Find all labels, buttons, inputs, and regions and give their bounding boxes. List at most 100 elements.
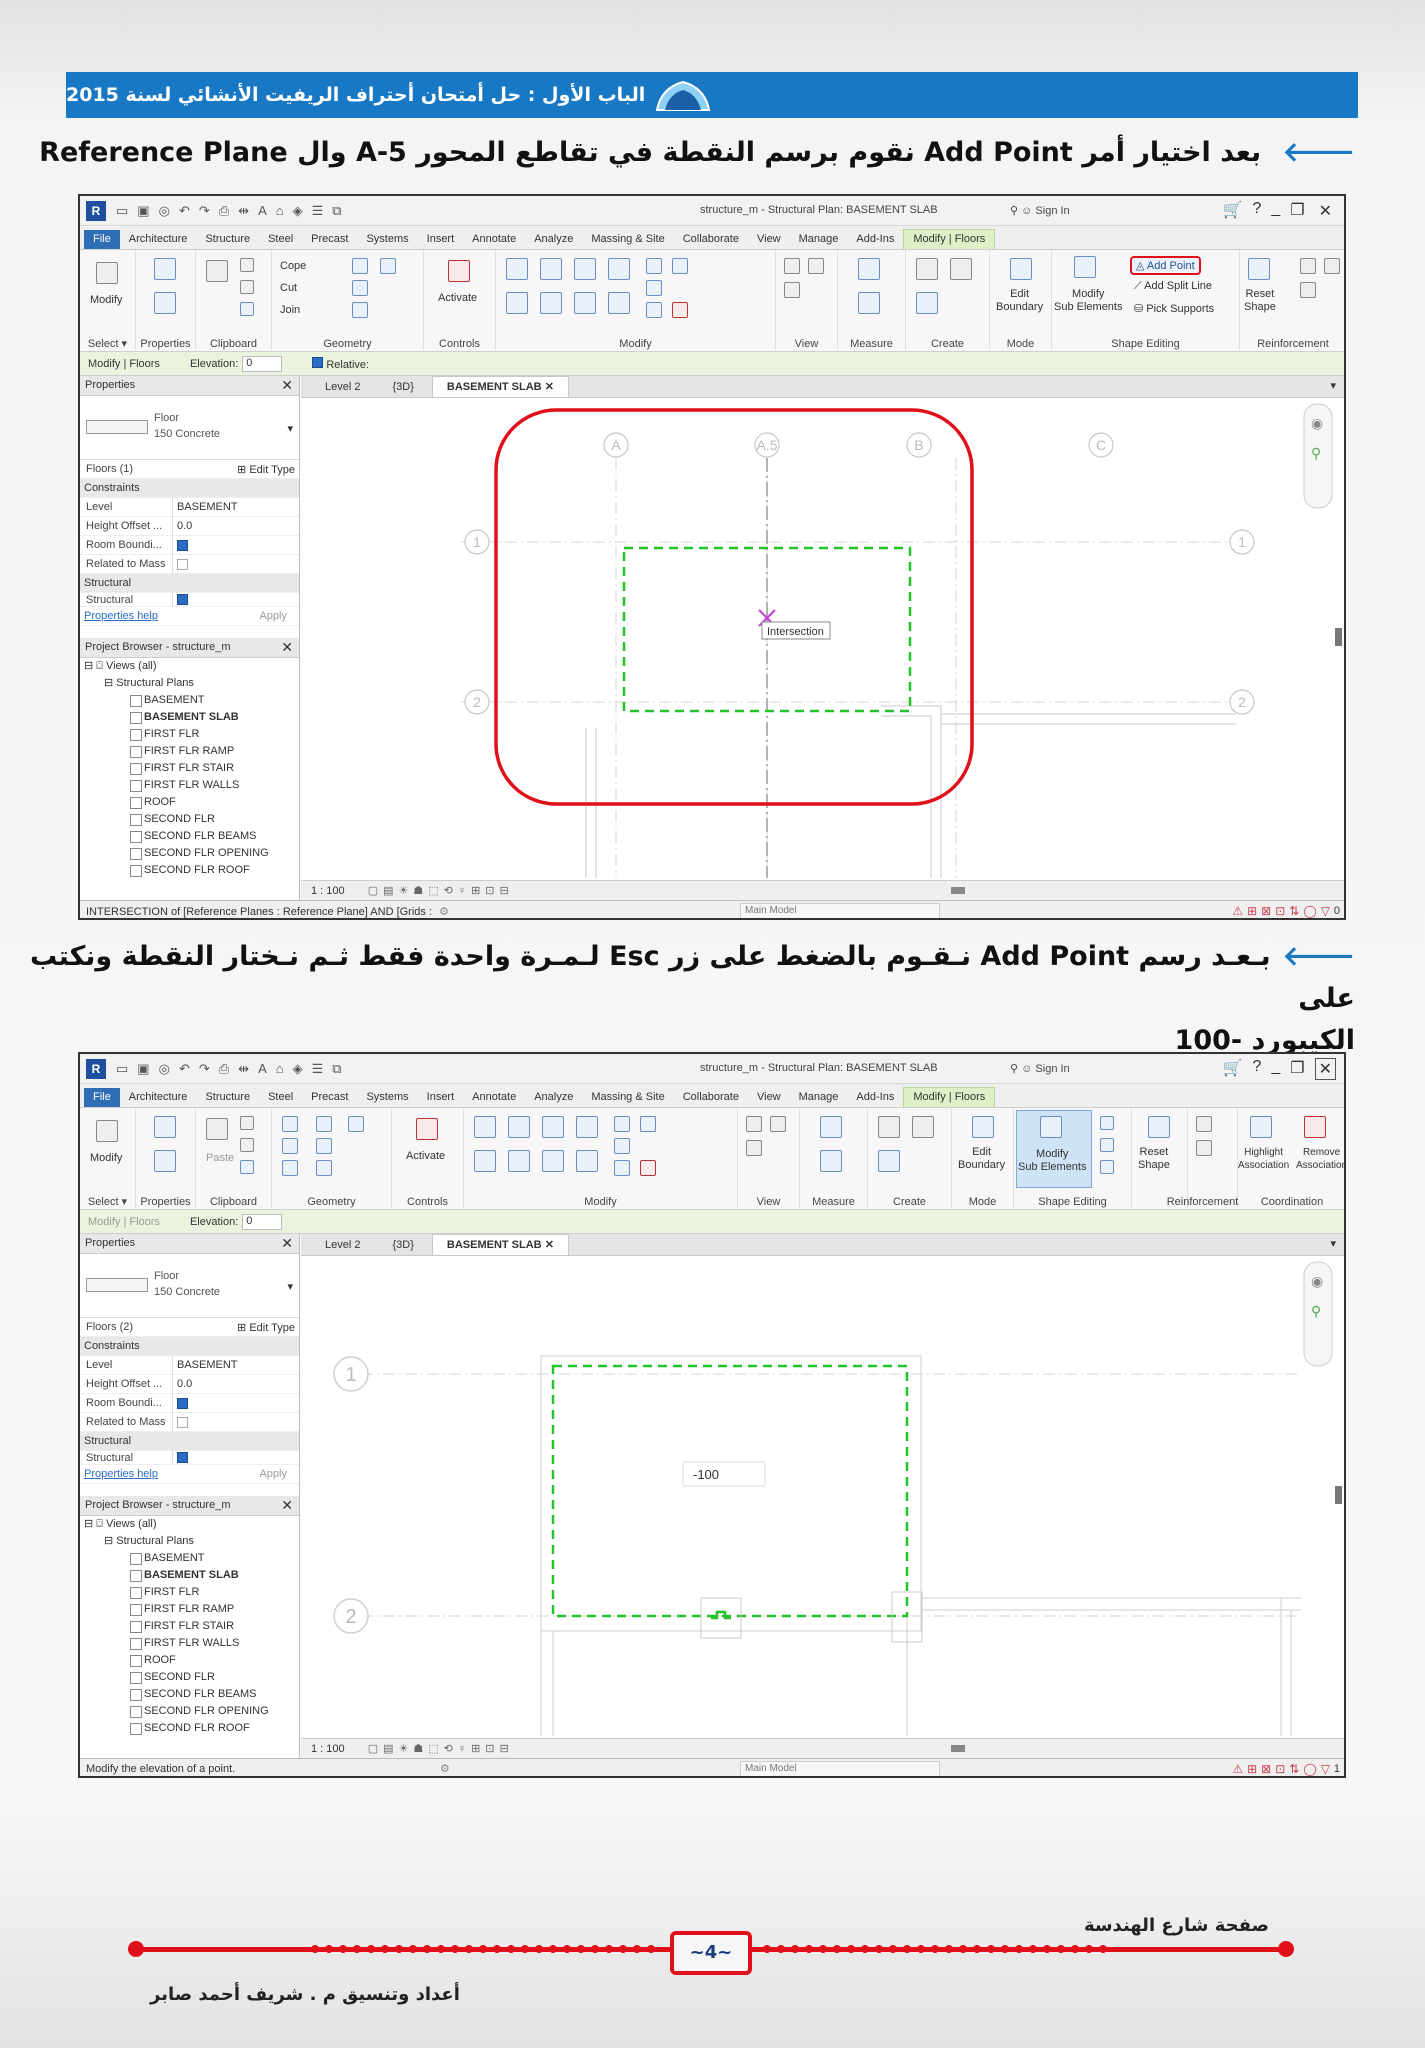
linework-icon[interactable] bbox=[808, 258, 824, 274]
3d-icon[interactable]: ⌂ bbox=[276, 1061, 284, 1077]
rotate-icon[interactable] bbox=[574, 292, 596, 314]
worksets-icon[interactable]: ⚙ bbox=[440, 1762, 450, 1775]
thin-lines-icon[interactable]: ☰ bbox=[312, 203, 324, 219]
height-offset-value[interactable]: 0.0 bbox=[172, 517, 299, 535]
tab-view[interactable]: View bbox=[748, 1088, 790, 1107]
tab-precast[interactable]: Precast bbox=[302, 230, 357, 249]
tab-manage[interactable]: Manage bbox=[790, 1088, 848, 1107]
close-icon[interactable]: ✕ bbox=[545, 1239, 554, 1251]
vertical-scrollbar[interactable] bbox=[1335, 628, 1342, 646]
join-icon[interactable] bbox=[282, 1160, 298, 1176]
split-face-icon[interactable] bbox=[352, 280, 368, 296]
help-icon[interactable]: ? bbox=[1252, 1058, 1261, 1080]
apply-button[interactable]: Apply bbox=[259, 610, 299, 622]
demolish-icon[interactable] bbox=[348, 1116, 364, 1132]
main-model-select[interactable]: Main Model bbox=[740, 903, 940, 918]
modify-cursor-icon[interactable] bbox=[96, 1120, 118, 1142]
paint-icon[interactable] bbox=[316, 1160, 332, 1176]
redo-icon[interactable]: ↷ bbox=[199, 203, 210, 219]
offset-icon[interactable] bbox=[508, 1116, 530, 1138]
tab-steel[interactable]: Steel bbox=[259, 230, 302, 249]
view-tab-level2[interactable]: Level 2 bbox=[311, 378, 374, 397]
tree-structural-plans[interactable]: ⊟ Structural Plans bbox=[84, 1533, 299, 1550]
tree-item[interactable]: FIRST FLR RAMP bbox=[84, 743, 299, 760]
close-icon[interactable]: ✕ bbox=[281, 639, 293, 656]
scale-label[interactable]: 1 : 100 bbox=[311, 885, 345, 897]
type-selector[interactable]: Floor 150 Concrete ▾ bbox=[80, 1254, 299, 1318]
tab-insert[interactable]: Insert bbox=[418, 230, 464, 249]
reset-shape-icon[interactable] bbox=[1148, 1116, 1170, 1138]
constraints-section[interactable]: Constraints bbox=[80, 479, 299, 498]
add-point-icon[interactable] bbox=[1100, 1116, 1114, 1130]
tree-item-active[interactable]: BASEMENT SLAB bbox=[84, 1567, 299, 1584]
tree-item[interactable]: SECOND FLR OPENING bbox=[84, 845, 299, 862]
tree-views[interactable]: ⊟ ⌼ Views (all) bbox=[84, 1516, 299, 1533]
steering-wheel-icon[interactable]: ◉ bbox=[1311, 415, 1323, 431]
tab-structure[interactable]: Structure bbox=[196, 230, 259, 249]
room-bounding-value[interactable] bbox=[172, 536, 299, 554]
relative-option[interactable]: Relative: bbox=[312, 356, 369, 371]
type-properties-icon[interactable] bbox=[154, 1116, 176, 1138]
relative-checkbox[interactable] bbox=[312, 356, 324, 368]
save-icon[interactable]: ▣ bbox=[137, 203, 149, 219]
join-button[interactable]: Join bbox=[280, 304, 300, 316]
activate-icon[interactable] bbox=[448, 260, 470, 282]
rebar-icon[interactable] bbox=[1300, 258, 1316, 274]
help-icon[interactable]: ? bbox=[1252, 200, 1261, 222]
paste-icon[interactable] bbox=[206, 260, 228, 282]
scale-icon[interactable] bbox=[614, 1160, 630, 1176]
tree-item[interactable]: BASEMENT bbox=[84, 1550, 299, 1567]
tab-modify-floors[interactable]: Modify | Floors bbox=[903, 1087, 996, 1107]
close-icon[interactable]: ✕ bbox=[1315, 200, 1336, 222]
tree-item[interactable]: SECOND FLR ROOF bbox=[84, 1720, 299, 1737]
chevron-down-icon[interactable]: ▾ bbox=[287, 422, 293, 435]
type-properties-icon[interactable] bbox=[154, 258, 176, 280]
structural-value[interactable] bbox=[172, 1451, 299, 1464]
close-icon[interactable]: ✕ bbox=[1314, 1058, 1336, 1080]
create-assembly-icon[interactable] bbox=[916, 258, 938, 280]
mirror-draw-icon[interactable] bbox=[576, 1116, 598, 1138]
reset-shape-icon[interactable] bbox=[1248, 258, 1270, 280]
tab-add-ins[interactable]: Add-Ins bbox=[847, 1088, 903, 1107]
match-icon[interactable] bbox=[240, 302, 254, 316]
height-offset-value[interactable]: 0.0 bbox=[172, 1375, 299, 1393]
zoom-icon[interactable]: ⚲ bbox=[1311, 1303, 1321, 1319]
tab-modify-floors[interactable]: Modify | Floors bbox=[903, 229, 996, 249]
edit-type-button[interactable]: ⊞ Edit Type bbox=[237, 1321, 299, 1334]
chevron-down-icon[interactable]: ▾ bbox=[287, 1280, 293, 1293]
wall-join-icon[interactable] bbox=[316, 1116, 332, 1132]
plan-canvas[interactable]: A A.5 B C 1 2 1 2 Intersection ◉ ⚲ bbox=[301, 398, 1346, 880]
level-value[interactable]: BASEMENT bbox=[172, 1356, 299, 1374]
hide-icon[interactable] bbox=[784, 258, 800, 274]
delete-icon[interactable] bbox=[672, 302, 688, 318]
split-icon[interactable] bbox=[614, 1116, 630, 1132]
minimize-icon[interactable]: _ bbox=[1271, 200, 1280, 222]
tree-item[interactable]: ROOF bbox=[84, 1652, 299, 1669]
modify-sub-elements-icon[interactable] bbox=[1074, 256, 1096, 278]
modify-cursor-icon[interactable] bbox=[96, 262, 118, 284]
selection-filter-icons[interactable]: ⚠⊞⊠⊡⇅◯▽ bbox=[1232, 904, 1334, 918]
restore-icon[interactable]: ❐ bbox=[1290, 200, 1304, 222]
create-group-icon[interactable] bbox=[878, 1150, 900, 1172]
properties-icon[interactable] bbox=[154, 1150, 176, 1172]
group-label[interactable]: Select ▾ bbox=[80, 1195, 135, 1208]
tab-massing-site[interactable]: Massing & Site bbox=[582, 230, 673, 249]
tree-item[interactable]: SECOND FLR bbox=[84, 1669, 299, 1686]
sync-icon[interactable]: ◎ bbox=[159, 1061, 170, 1077]
tab-manage[interactable]: Manage bbox=[790, 230, 848, 249]
tree-item[interactable]: BASEMENT bbox=[84, 692, 299, 709]
view-tab-3d[interactable]: {3D} bbox=[378, 1236, 427, 1255]
tab-architecture[interactable]: Architecture bbox=[120, 1088, 197, 1107]
array-icon[interactable] bbox=[646, 280, 662, 296]
main-model-select[interactable]: Main Model bbox=[740, 1761, 940, 1776]
slab-boundary[interactable] bbox=[551, 1364, 909, 1618]
print-icon[interactable]: ⎙ bbox=[219, 1061, 229, 1077]
array-icon[interactable] bbox=[614, 1138, 630, 1154]
linework-icon[interactable] bbox=[770, 1116, 786, 1132]
apply-button[interactable]: Apply bbox=[259, 1468, 299, 1480]
tree-structural-plans[interactable]: ⊟ Structural Plans bbox=[84, 675, 299, 692]
demolish-icon[interactable] bbox=[380, 258, 396, 274]
cut-button[interactable]: Cut bbox=[280, 282, 297, 294]
view-tab-basement-slab[interactable]: BASEMENT SLAB ✕ bbox=[431, 376, 569, 397]
copy-icon[interactable] bbox=[508, 1150, 530, 1172]
